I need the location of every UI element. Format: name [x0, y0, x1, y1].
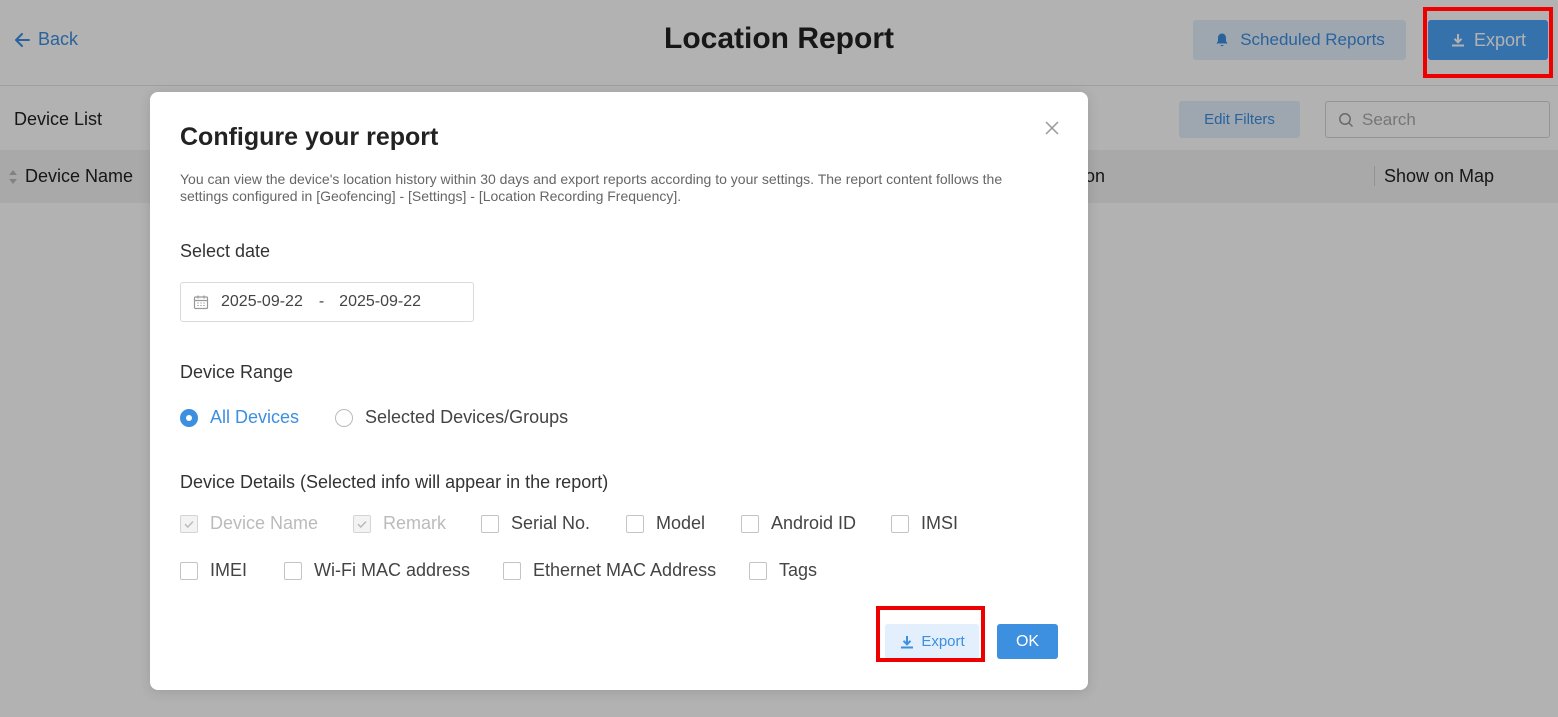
checkbox-serial-no-label: Serial No.: [511, 513, 591, 533]
ok-button[interactable]: OK: [997, 624, 1058, 659]
date-range-picker[interactable]: 2025-09-22 - 2025-09-22: [180, 282, 474, 322]
radio-selected-devices-label: Selected Devices/Groups: [365, 407, 569, 427]
dialog-description: You can view the device's location histo…: [180, 171, 1003, 204]
radio-selected-icon: [180, 408, 198, 427]
device-details-label: Device Details (Selected info will appea…: [180, 472, 609, 492]
close-icon[interactable]: [1043, 119, 1061, 137]
checkbox-icon: [749, 561, 767, 580]
checkbox-icon: [741, 514, 759, 533]
radio-all-devices-label: All Devices: [210, 407, 300, 427]
date-end[interactable]: 2025-09-22: [339, 293, 421, 311]
select-date-label: Select date: [180, 241, 271, 261]
radio-selected-devices[interactable]: Selected Devices/Groups: [335, 407, 568, 428]
checkbox-imei[interactable]: IMEI: [180, 560, 247, 581]
date-separator: -: [318, 293, 325, 310]
checkbox-wifi-mac-label: Wi-Fi MAC address: [314, 560, 471, 580]
checkbox-checked-icon: [180, 514, 198, 533]
radio-all-devices[interactable]: All Devices: [180, 407, 299, 428]
checkbox-serial-no[interactable]: Serial No.: [481, 513, 590, 534]
checkbox-icon: [284, 561, 302, 580]
checkbox-tags[interactable]: Tags: [749, 560, 817, 581]
checkbox-remark-label: Remark: [383, 513, 447, 533]
checkbox-icon: [503, 561, 521, 580]
highlight-box: [876, 606, 985, 662]
calendar-icon: [193, 295, 209, 310]
checkbox-wifi-mac[interactable]: Wi-Fi MAC address: [284, 560, 470, 581]
device-range-label: Device Range: [180, 362, 294, 382]
checkbox-remark: Remark: [353, 513, 446, 534]
checkbox-device-name: Device Name: [180, 513, 318, 534]
checkbox-android-id[interactable]: Android ID: [741, 513, 856, 534]
checkbox-tags-label: Tags: [779, 560, 818, 580]
checkbox-android-id-label: Android ID: [771, 513, 857, 533]
checkbox-icon: [891, 514, 909, 533]
checkbox-checked-icon: [353, 514, 371, 533]
checkbox-imei-label: IMEI: [210, 560, 248, 580]
checkbox-ethernet-mac[interactable]: Ethernet MAC Address: [503, 560, 716, 581]
date-start[interactable]: 2025-09-22: [221, 293, 303, 311]
radio-empty-icon: [335, 408, 354, 427]
checkbox-icon: [626, 514, 644, 533]
checkbox-icon: [180, 561, 198, 580]
checkbox-model-label: Model: [656, 513, 706, 533]
device-range-group: All Devices Selected Devices/Groups: [180, 407, 568, 428]
checkbox-ethernet-mac-label: Ethernet MAC Address: [533, 560, 717, 580]
checkbox-imsi-label: IMSI: [921, 513, 959, 533]
configure-report-dialog: Configure your report You can view the d…: [150, 92, 1088, 690]
checkbox-imsi[interactable]: IMSI: [891, 513, 958, 534]
checkbox-device-name-label: Device Name: [210, 513, 319, 533]
highlight-box: [1423, 7, 1553, 78]
checkbox-model[interactable]: Model: [626, 513, 705, 534]
dialog-title: Configure your report: [180, 123, 439, 151]
checkbox-icon: [481, 514, 499, 533]
